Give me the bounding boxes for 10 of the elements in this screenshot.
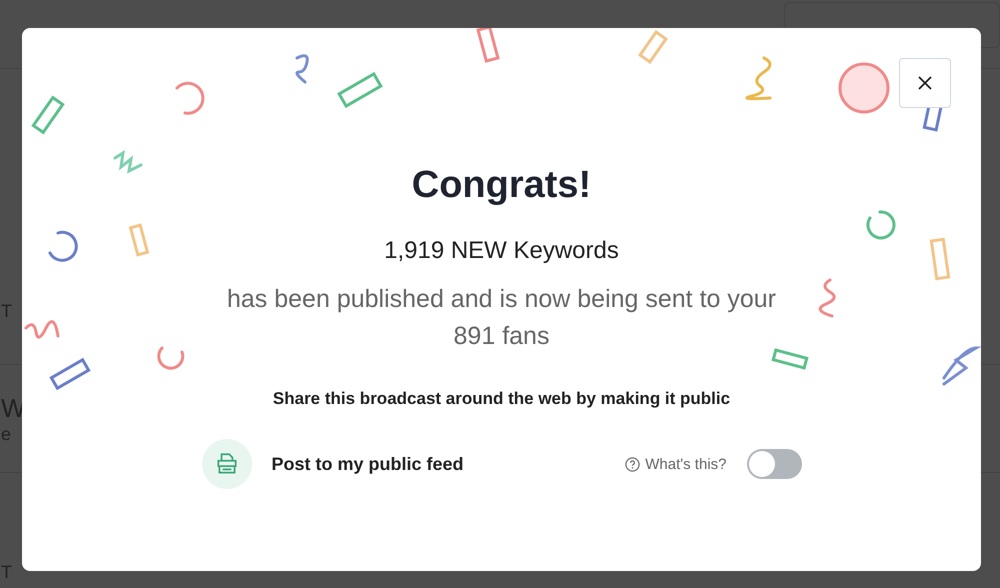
whats-this-link[interactable]: What's this? xyxy=(625,456,726,472)
close-button[interactable] xyxy=(899,58,951,108)
publish-message: has been published and is now being sent to your 891 fans xyxy=(226,284,777,352)
share-text: Share this broadcast around the web by making it public xyxy=(272,389,730,409)
question-icon xyxy=(625,456,640,472)
keyword-count: 1,919 NEW Keywords xyxy=(384,237,619,265)
close-icon xyxy=(917,75,933,91)
dialog-title: Congrats! xyxy=(412,164,592,207)
public-feed-toggle[interactable] xyxy=(746,449,802,479)
feed-label: Post to my public feed xyxy=(272,454,464,474)
